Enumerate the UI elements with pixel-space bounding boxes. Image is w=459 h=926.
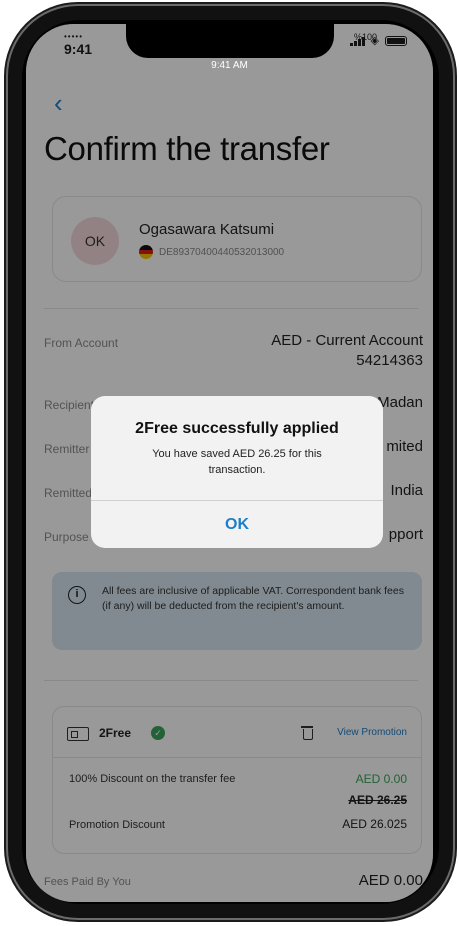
status-right: %100 ◈ <box>349 32 407 47</box>
alert-title: 2Free successfully applied <box>135 420 339 437</box>
notch-time: 9:41 AM <box>211 60 248 71</box>
status-time: 9:41 <box>64 41 93 57</box>
notch <box>126 24 334 58</box>
alert-message: You have saved AED 26.25 for this transa… <box>152 448 322 476</box>
carrier-dots: ••••• <box>64 32 84 41</box>
ok-button[interactable]: OK <box>91 501 383 548</box>
status-left: ••••• 9:41 <box>64 32 92 57</box>
battery-percent: %100 <box>353 32 377 42</box>
screen: 9:41 AM ••••• 9:41 %100 ◈ ‹ Confirm the … <box>26 24 433 902</box>
success-alert: 2Free successfully applied You have save… <box>91 396 383 548</box>
battery-icon <box>385 35 407 46</box>
